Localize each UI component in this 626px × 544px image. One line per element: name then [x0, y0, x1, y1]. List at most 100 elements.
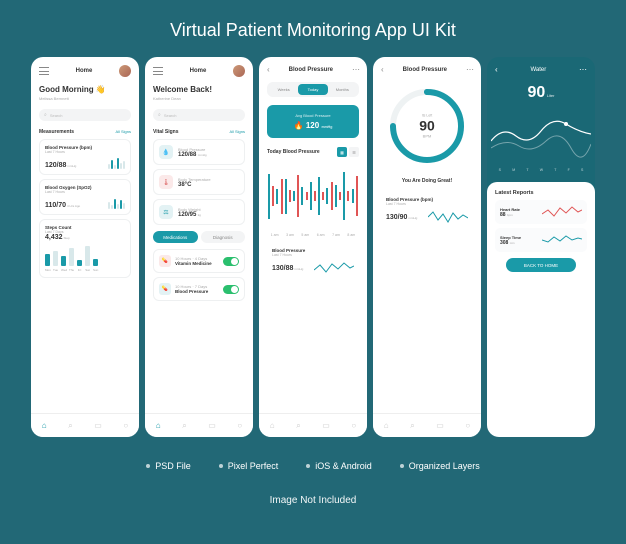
vital-weight-card[interactable]: ⚖ Body Weight120/95 kg [153, 199, 245, 225]
steps-card[interactable]: Steps Count Last 7 Days 4,432Step MonTue… [39, 219, 131, 278]
feature-item: Pixel Perfect [219, 461, 279, 471]
measurements-title: Measurements [39, 129, 74, 135]
more-icon[interactable]: ⋯ [579, 65, 587, 74]
vital-temp-card[interactable]: 🌡 Body Temperature38°C [153, 169, 245, 195]
nav-home-icon[interactable]: ⌂ [270, 421, 275, 430]
segment-tabs: Medications Diagnosis [153, 231, 245, 243]
vital-value: 120/95 [178, 212, 196, 218]
sparkline-chart [542, 205, 582, 219]
bp-card[interactable]: Blood Pressure (bpm) Last 7 Hours 120/88… [39, 139, 131, 175]
greeting-sub: Katherine Dean [153, 96, 245, 101]
nav-chart-icon[interactable]: ▭ [436, 421, 444, 430]
avatar[interactable] [119, 65, 131, 77]
water-value-block: 90 Liter [487, 84, 595, 102]
list-view-icon[interactable]: ☰ [349, 147, 359, 157]
bp-sub: Last 7 Hours [45, 150, 125, 154]
nav-chart-icon[interactable]: ▭ [94, 421, 102, 430]
tab-weeks[interactable]: Weeks [269, 84, 298, 95]
nav-profile-icon[interactable]: ○ [237, 421, 242, 430]
more-icon[interactable]: ⋯ [466, 65, 473, 74]
tab-months[interactable]: Months [328, 84, 357, 95]
nav-home-icon[interactable]: ⌂ [156, 421, 161, 430]
sparkline-chart [428, 209, 468, 225]
steps-unit: Step [64, 236, 70, 240]
footer-unit: mmHg [294, 267, 303, 271]
header-title: Blood Pressure [289, 67, 333, 73]
gauge-value: 90 [419, 118, 435, 134]
steps-chart [45, 244, 125, 266]
more-icon[interactable]: ⋯ [352, 65, 359, 74]
search-input[interactable]: ⌕ Search [39, 109, 131, 121]
report-unit: bpm [507, 213, 513, 217]
screen-home-2: Home Welcome Back! Katherine Dean ⌕ Sear… [145, 57, 253, 437]
nav-search-icon[interactable]: ⌕ [296, 421, 300, 431]
spo2-card[interactable]: Blood Oxygen (SpO2) Last 7 Hours 110/704… [39, 179, 131, 215]
back-icon[interactable]: ‹ [381, 65, 384, 74]
spo2-mini-chart [108, 197, 125, 209]
bottom-nav: ⌂ ⌕ ▭ ○ [373, 413, 481, 437]
back-icon[interactable]: ‹ [495, 65, 498, 74]
all-signs-link[interactable]: All Signs [115, 129, 131, 135]
feature-item: PSD File [146, 461, 191, 471]
search-input[interactable]: ⌕ Search [153, 109, 245, 121]
phones-container: Home Good Morning 👋 Melissa Bernnett ⌕ S… [31, 57, 595, 437]
thermometer-icon: 🌡 [159, 175, 173, 189]
period-tabs: Weeks Today Months [267, 82, 359, 97]
vital-value: 38°C [178, 182, 191, 188]
grid-view-icon[interactable]: ▦ [337, 147, 347, 157]
nav-profile-icon[interactable]: ○ [465, 421, 470, 430]
menu-icon[interactable] [153, 67, 163, 75]
sparkline-chart [542, 233, 582, 247]
bp-summary-card[interactable]: Blood Pressure (bpm) Last 7 Hours 130/90… [381, 192, 473, 230]
back-home-button[interactable]: BACK TO HOME [506, 258, 576, 272]
bullet-icon [400, 464, 404, 468]
nav-home-icon[interactable]: ⌂ [384, 421, 389, 430]
summary-sub: Last 7 Hours [386, 202, 468, 206]
vital-bp-card[interactable]: 💧 Blood Pressure120/88 mmHg [153, 139, 245, 165]
med-name: Blood Pressure [175, 289, 208, 294]
nav-search-icon[interactable]: ⌕ [410, 421, 414, 431]
bp-footer-card[interactable]: Blood Pressure Last 7 Hours 130/88mmHg [267, 243, 359, 281]
nav-search-icon[interactable]: ⌕ [182, 421, 186, 431]
tab-today[interactable]: Today [298, 84, 327, 95]
bp-gauge: Its Left 90 BPM [387, 86, 467, 166]
search-placeholder: Search [164, 113, 177, 118]
toggle-switch[interactable] [223, 285, 239, 294]
search-icon: ⌕ [44, 112, 47, 118]
nav-profile-icon[interactable]: ○ [123, 421, 128, 430]
nav-home-icon[interactable]: ⌂ [42, 421, 47, 430]
bottom-nav: ⌂ ⌕ ▭ ○ [145, 413, 253, 437]
spo2-unit: 4 Hrs Ago [67, 204, 80, 208]
report-heart-card[interactable]: Heart Rate 88 bpm [495, 200, 587, 224]
greeting-text: Good Morning 👋 [39, 85, 131, 94]
medication-card[interactable]: 💊 10 Hours · 4 DaysVitamin Medicine [153, 249, 245, 273]
medication-card[interactable]: 💊 10 Hours · 7 DaysBlood Pressure [153, 277, 245, 301]
reports-panel: Latest Reports Heart Rate 88 bpm Sleep T… [487, 182, 595, 437]
steps-value: 4,432 [45, 234, 63, 241]
menu-icon[interactable] [39, 67, 49, 75]
reports-title: Latest Reports [495, 190, 587, 196]
header-title: Home [76, 68, 93, 74]
vital-unit: mmHg [198, 153, 207, 157]
bottom-nav: ⌂ ⌕ ▭ ○ [31, 413, 139, 437]
time-axis: 1 am3 am5 am6 am7 am8 am [267, 233, 359, 237]
tab-diagnosis[interactable]: Diagnosis [201, 231, 246, 243]
nav-chart-icon[interactable]: ▭ [322, 421, 330, 430]
search-icon: ⌕ [158, 112, 161, 118]
all-signs-link[interactable]: All Signs [229, 129, 245, 135]
greeting-sub: Melissa Bernnett [39, 96, 131, 101]
back-icon[interactable]: ‹ [267, 65, 270, 74]
avg-value: 120 [306, 121, 319, 130]
measurements-header: Measurements All Signs [31, 125, 139, 137]
report-sleep-card[interactable]: Sleep Time 308 min [495, 228, 587, 252]
header: Home [31, 57, 139, 81]
nav-chart-icon[interactable]: ▭ [208, 421, 216, 430]
nav-search-icon[interactable]: ⌕ [68, 421, 72, 431]
header: Home [145, 57, 253, 81]
toggle-switch[interactable] [223, 257, 239, 266]
tab-medications[interactable]: Medications [153, 231, 198, 243]
footer-sub: Last 7 Hours [272, 253, 354, 257]
avatar[interactable] [233, 65, 245, 77]
droplet-icon: 💧 [159, 145, 173, 159]
nav-profile-icon[interactable]: ○ [351, 421, 356, 430]
